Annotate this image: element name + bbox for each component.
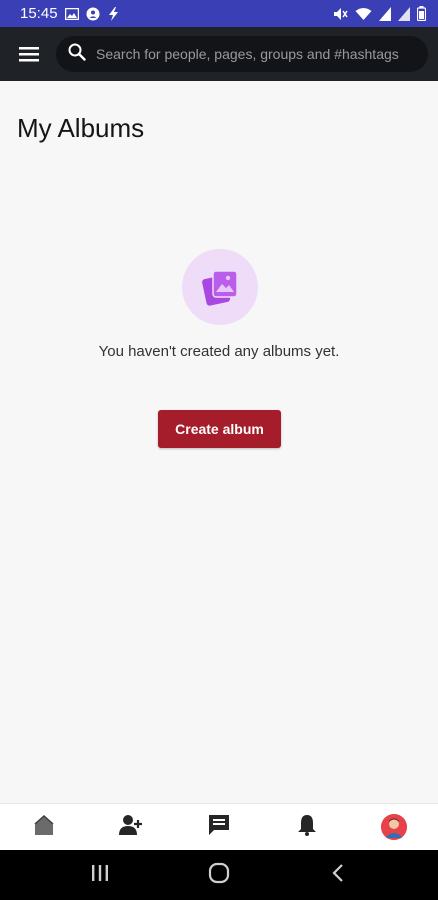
albums-empty-icon xyxy=(182,249,258,325)
recent-apps-button[interactable] xyxy=(80,855,120,895)
main-content: My Albums You haven't created any albums… xyxy=(0,81,438,803)
account-notification-icon xyxy=(86,7,100,21)
status-bar: 15:45 xyxy=(0,0,438,27)
bottom-navigation xyxy=(0,803,438,850)
notifications-icon xyxy=(297,814,317,841)
status-left: 15:45 xyxy=(20,5,119,22)
search-bar[interactable] xyxy=(56,36,428,72)
home-circle-icon xyxy=(208,862,230,889)
nav-profile[interactable] xyxy=(369,805,419,849)
page-title: My Albums xyxy=(17,113,145,143)
system-home-button[interactable] xyxy=(199,855,239,895)
mute-icon xyxy=(333,7,348,21)
system-navigation-bar xyxy=(0,850,438,900)
add-friend-icon xyxy=(119,814,143,841)
search-icon xyxy=(68,43,86,66)
nav-notifications[interactable] xyxy=(282,805,332,849)
bolt-notification-icon xyxy=(107,6,119,21)
nav-friends[interactable] xyxy=(106,805,156,849)
profile-avatar xyxy=(381,814,408,840)
search-input[interactable] xyxy=(96,46,416,62)
status-time: 15:45 xyxy=(20,5,58,22)
create-album-button[interactable]: Create album xyxy=(158,410,281,448)
back-icon xyxy=(331,863,345,888)
nav-home[interactable] xyxy=(19,805,69,849)
battery-icon xyxy=(417,6,426,21)
messages-icon xyxy=(208,814,230,841)
app-bar xyxy=(0,27,438,81)
gallery-notification-icon xyxy=(64,7,79,20)
wifi-icon xyxy=(355,7,372,21)
menu-icon[interactable] xyxy=(16,41,42,67)
recent-apps-icon xyxy=(91,864,109,887)
empty-state-message: You haven't created any albums yet. xyxy=(98,343,340,360)
nav-messages[interactable] xyxy=(194,805,244,849)
signal-2-icon xyxy=(398,6,410,21)
status-right xyxy=(333,6,426,21)
system-back-button[interactable] xyxy=(318,855,358,895)
home-icon xyxy=(33,814,55,841)
signal-1-icon xyxy=(379,6,391,21)
